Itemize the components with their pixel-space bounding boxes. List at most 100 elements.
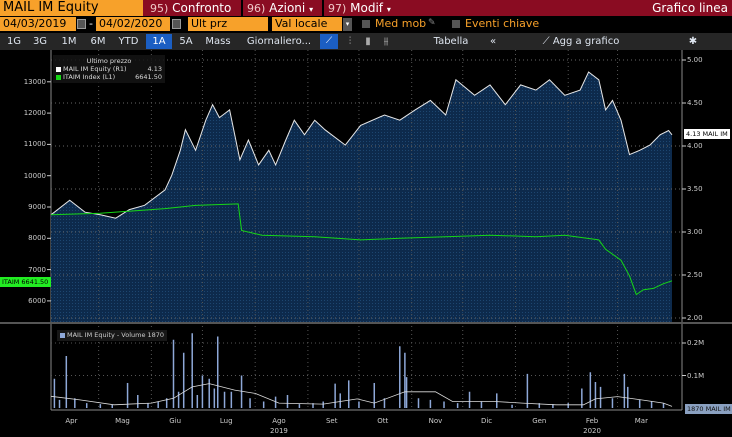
right-axis-tick: 3.50 (687, 185, 703, 193)
volume-bar (201, 375, 204, 408)
volume-bar (347, 380, 350, 408)
volume-bar (456, 403, 459, 408)
left-axis-tick: 9000 (28, 203, 46, 211)
volume-bar (240, 375, 243, 408)
legend-entry-price: MAIL IM Equity (R1) 4.13 (56, 65, 162, 73)
volume-bar (417, 398, 420, 408)
volume-bar (53, 378, 56, 408)
volume-bar (496, 393, 498, 408)
right-axis-tick: 5.00 (687, 56, 703, 64)
volume-bar (85, 403, 88, 408)
volume-bar (182, 352, 185, 408)
volume-bar (373, 382, 376, 408)
left-axis-tick: 7000 (28, 265, 46, 274)
volume-bar (196, 395, 199, 408)
right-axis-tick: 2.00 (687, 314, 703, 322)
x-axis-tick: Mar (634, 417, 648, 425)
right-axis-tick: 2.50 (687, 271, 703, 279)
volume-bar (511, 404, 513, 408)
volume-bar (208, 378, 210, 408)
legend-swatch (56, 66, 61, 72)
volume-bar (334, 383, 336, 408)
x-axis-tick: Apr (65, 417, 78, 425)
year-label: 2019 (270, 427, 288, 435)
volume-bar (567, 403, 569, 408)
left-axis-tick: 6000 (28, 296, 46, 305)
legend-swatch (56, 74, 61, 80)
volume-bar (405, 377, 408, 408)
volume-bar (230, 391, 233, 408)
volume-axis-tick: 0.2M (687, 339, 705, 347)
x-axis-tick: Mag (115, 417, 130, 425)
volume-bar (99, 404, 102, 408)
panel-divider (0, 322, 732, 324)
volume-bar (147, 403, 149, 408)
volume-bar (286, 395, 289, 408)
volume-bar (623, 373, 626, 408)
chart-legend: Ultimo prezzo MAIL IM Equity (R1) 4.13 IT… (53, 55, 165, 83)
volume-bar (298, 404, 301, 408)
volume-bar (157, 401, 159, 408)
year-label: 2020 (583, 427, 601, 435)
volume-bar (443, 401, 445, 408)
right-axis-tick: 4.50 (687, 99, 703, 107)
volume-moving-average-line (50, 383, 673, 407)
left-axis-tick: 8000 (28, 234, 46, 243)
volume-bar (223, 391, 226, 408)
left-axis-tick: 13000 (23, 77, 46, 86)
left-axis-tick: 11000 (23, 140, 46, 149)
x-axis-tick: Ago (272, 417, 286, 425)
x-axis-tick: Ott (377, 417, 389, 425)
x-axis-tick: Set (325, 417, 338, 425)
volume-bar (594, 382, 597, 408)
volume-bar (599, 386, 602, 408)
volume-bar (58, 399, 61, 408)
legend-value: 4.13 (147, 65, 162, 73)
price-area (51, 72, 672, 322)
index-last-tag: ITAIM 6641.50 (0, 277, 51, 287)
volume-bar (137, 395, 139, 408)
volume-bar (249, 398, 251, 408)
volume-legend-label: MAIL IM Equity - Volume 1870 (67, 331, 165, 339)
volume-bar (429, 399, 432, 408)
x-axis-tick: Giu (169, 417, 182, 425)
volume-bar (322, 401, 324, 408)
volume-bar (213, 388, 216, 408)
x-axis-tick: Gen (532, 417, 547, 425)
volume-bar (638, 399, 641, 408)
legend-swatch (60, 332, 65, 338)
volume-bar (468, 391, 471, 408)
legend-title: Ultimo prezzo (86, 57, 132, 65)
x-axis-tick: Feb (585, 417, 599, 425)
volume-bar (262, 401, 265, 408)
legend-label: MAIL IM Equity (R1) (63, 65, 127, 73)
left-axis-tick: 10000 (23, 171, 46, 180)
volume-bar (111, 404, 113, 408)
right-axis-tick: 4.00 (687, 142, 703, 150)
volume-axis-tick: 0.1M (687, 371, 705, 380)
left-axis-tick: 12000 (23, 109, 46, 118)
x-axis-tick: Lug (219, 417, 233, 425)
volume-bar (480, 401, 483, 408)
volume-bar (611, 398, 614, 408)
volume-bar (358, 401, 360, 408)
volume-bar (404, 352, 406, 408)
volume-bar (662, 403, 665, 408)
legend-entry-index: ITAIM Index (L1) 6641.50 (56, 73, 162, 81)
volume-last-tag: 1870 MAIL IM (685, 404, 732, 414)
legend-value: 6641.50 (135, 73, 162, 81)
volume-bar (399, 346, 401, 408)
volume-bar (589, 372, 592, 408)
volume-bar (65, 356, 68, 408)
volume-bar (627, 386, 629, 408)
price-last-tag: 4.13 MAIL IM (684, 129, 730, 139)
legend-label: ITAIM Index (L1) (63, 73, 116, 81)
volume-bar (191, 333, 193, 408)
volume-bar (650, 401, 653, 408)
volume-bar (339, 393, 341, 408)
x-axis-tick: Dic (480, 417, 493, 425)
x-axis-tick: Nov (428, 417, 443, 425)
volume-bar (526, 373, 529, 408)
volume-bar (177, 391, 180, 408)
volume-legend: MAIL IM Equity - Volume 1870 (57, 330, 168, 341)
